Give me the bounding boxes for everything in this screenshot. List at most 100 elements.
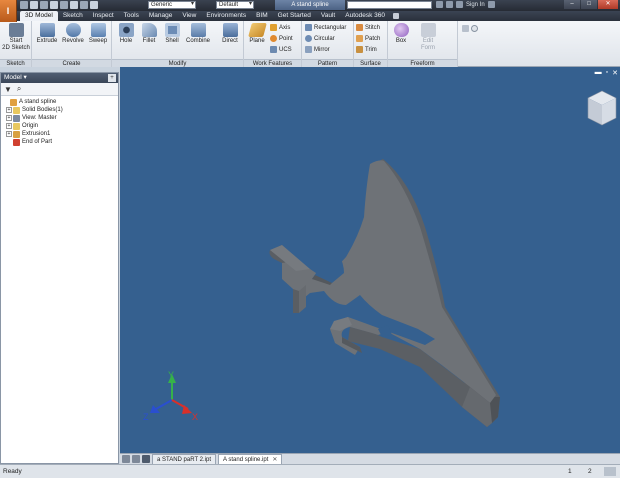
browser-toolbar: ▼ ⌕ [1, 83, 118, 96]
direct-edit-icon [222, 23, 238, 37]
tab-bim[interactable]: BIM [251, 11, 273, 21]
document-tab[interactable]: a STAND paRT 2.ipt [152, 454, 217, 464]
start-sketch-button[interactable]: Start 2D Sketch [2, 23, 30, 52]
tab-autodesk-360[interactable]: Autodesk 360 [340, 11, 390, 21]
status-text: Ready [3, 468, 22, 475]
appearance-combo[interactable]: Default [216, 1, 254, 9]
browser-title[interactable]: Model [4, 74, 22, 81]
tree-node-icon [13, 138, 20, 146]
edit-form-button[interactable]: Edit Form [416, 23, 440, 52]
minimize-button[interactable]: – [564, 0, 580, 9]
exchange-icon[interactable] [446, 1, 453, 8]
tree-node[interactable]: + Origin [3, 122, 116, 130]
resize-grip-icon[interactable] [604, 467, 616, 476]
search-input[interactable] [347, 1, 432, 9]
find-icon[interactable]: ⌕ [17, 84, 21, 94]
sketch-panel: Start 2D Sketch Sketch [0, 21, 32, 67]
sweep-button[interactable]: Sweep [86, 23, 110, 45]
tab-3d-model[interactable]: 3D Model [20, 11, 58, 21]
browser-header: Model ▾ + [1, 73, 118, 83]
undo-icon[interactable] [50, 1, 58, 9]
trim-button[interactable]: Trim [356, 45, 377, 54]
axis-z-label: Z [143, 412, 149, 422]
select-icon[interactable] [90, 1, 98, 9]
tab-environments[interactable]: Environments [201, 11, 251, 21]
ribbon-toggle-icon[interactable] [393, 13, 400, 19]
extrude-button[interactable]: Extrude [35, 23, 59, 45]
close-tab-icon[interactable]: ✕ [272, 457, 277, 463]
tab-get-started[interactable]: Get Started [273, 11, 316, 21]
mirror-button[interactable]: Mirror [305, 45, 330, 54]
update-icon[interactable] [80, 1, 88, 9]
combine-button[interactable]: Combine [186, 23, 210, 45]
binoculars-icon[interactable] [436, 1, 443, 8]
model-browser: Model ▾ + ▼ ⌕ A stand spline + Solid Bodie… [0, 72, 119, 464]
expand-icon[interactable]: + [6, 115, 12, 121]
revolve-button[interactable]: Revolve [61, 23, 85, 45]
maximize-button[interactable]: □ [581, 0, 597, 9]
browser-close-icon[interactable]: + [108, 74, 116, 82]
application-menu-button[interactable]: I [0, 0, 17, 22]
new-icon[interactable] [20, 1, 28, 9]
stand-part-3d-model[interactable] [269, 159, 501, 427]
ucs-button[interactable]: UCS [270, 45, 292, 54]
tab-tools[interactable]: Tools [119, 11, 144, 21]
close-button[interactable]: ✕ [598, 0, 618, 9]
direct-button[interactable]: Direct [218, 23, 242, 45]
material-combo[interactable]: Generic [148, 1, 196, 9]
fillet-icon [141, 23, 157, 37]
redo-icon[interactable] [60, 1, 68, 9]
home-icon[interactable] [70, 1, 78, 9]
shell-button[interactable]: Shell [160, 23, 184, 45]
pattern-panel: Rectangular Circular Mirror Pattern [302, 21, 354, 67]
expand-icon[interactable]: + [6, 107, 12, 113]
filter-icon[interactable]: ▼ [4, 85, 12, 94]
expand-icon[interactable]: + [6, 123, 12, 129]
document-tab-active[interactable]: A stand spline.ipt ✕ [218, 454, 283, 464]
tab-sketch[interactable]: Sketch [58, 11, 88, 21]
tab-manage[interactable]: Manage [144, 11, 178, 21]
tree-node-icon [13, 122, 20, 130]
graphics-viewport[interactable]: ▬ ▫ ✕ Y Z X [120, 67, 620, 453]
tab-inspect[interactable]: Inspect [88, 11, 119, 21]
point-icon [270, 35, 277, 42]
user-icon [456, 1, 463, 8]
status-count-2: 2 [588, 468, 592, 475]
tree-node[interactable]: + View: Master [3, 114, 116, 122]
tile-windows-icon[interactable] [122, 455, 130, 463]
tab-view[interactable]: View [177, 11, 201, 21]
cascade-windows-icon[interactable] [132, 455, 140, 463]
expand-icon[interactable]: + [6, 131, 12, 137]
sign-in-link[interactable]: Sign In [466, 2, 485, 8]
fillet-button[interactable]: Fillet [137, 23, 161, 45]
tab-vault[interactable]: Vault [316, 11, 340, 21]
rectangular-pattern-button[interactable]: Rectangular [305, 23, 346, 32]
tree-node[interactable]: End of Part [3, 138, 116, 146]
document-title: A stand spline [275, 0, 345, 10]
model-canvas: Y Z X [143, 90, 617, 427]
viewcube[interactable] [587, 90, 617, 126]
status-count-1: 1 [568, 468, 572, 475]
plane-button[interactable]: Plane [245, 23, 269, 45]
tree-node[interactable]: A stand spline [3, 98, 116, 106]
patch-button[interactable]: Patch [356, 34, 380, 43]
plane-icon [247, 23, 267, 37]
help-icon[interactable] [487, 1, 495, 8]
edit-form-icon [420, 23, 436, 37]
tree-node[interactable]: + Solid Bodies(1) [3, 106, 116, 114]
circular-pattern-button[interactable]: Circular [305, 34, 335, 43]
box-button[interactable]: Box [389, 23, 413, 45]
hole-button[interactable]: Hole [114, 23, 138, 45]
tab-list-icon[interactable] [142, 455, 150, 463]
stitch-button[interactable]: Stitch [356, 23, 380, 32]
save-icon[interactable] [40, 1, 48, 9]
ribbon-options-button[interactable] [462, 24, 478, 33]
tree-node[interactable]: + Extrusion1 [3, 130, 116, 138]
point-button[interactable]: Point [270, 34, 293, 43]
open-icon[interactable] [30, 1, 38, 9]
tree-node-label: End of Part [22, 139, 53, 145]
mirror-icon [305, 46, 312, 53]
status-bar: Ready 1 2 [0, 464, 620, 478]
axis-button[interactable]: Axis [270, 23, 290, 32]
tree-node-label: A stand spline [19, 99, 57, 105]
